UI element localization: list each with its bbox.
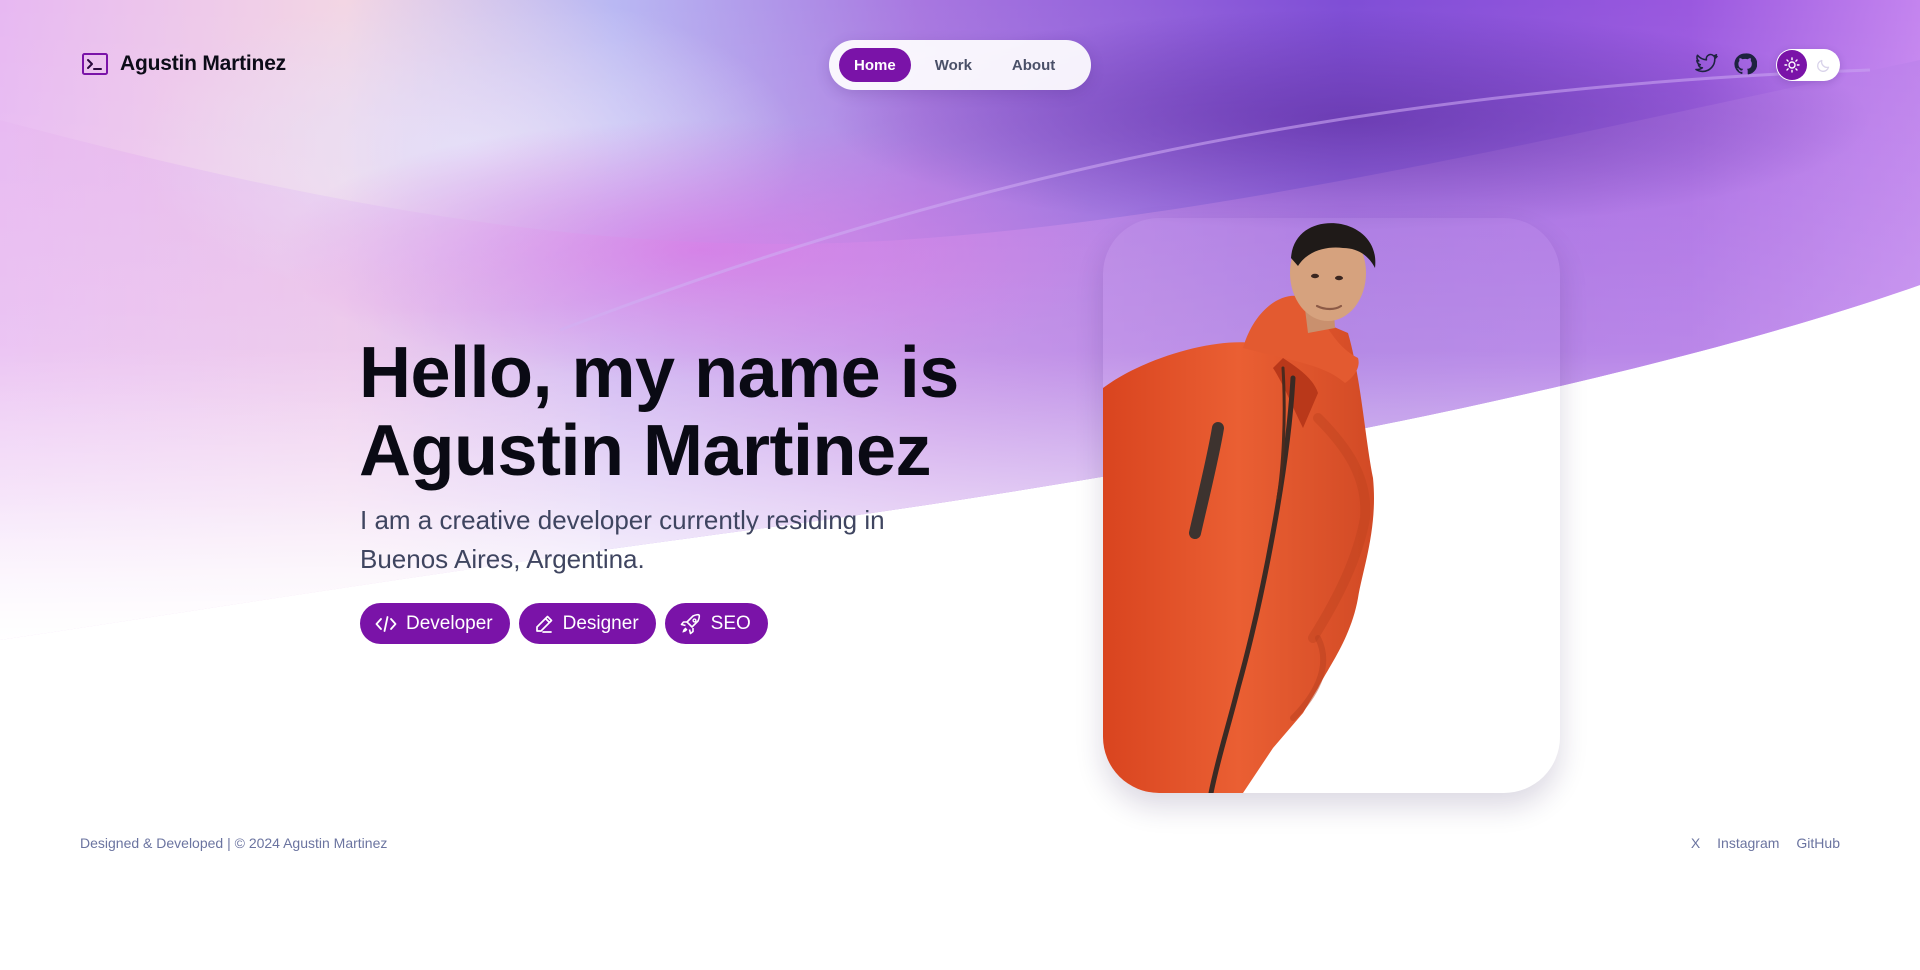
twitter-link[interactable] <box>1695 52 1719 76</box>
twitter-icon <box>1695 53 1718 73</box>
footer-link-github[interactable]: GitHub <box>1796 835 1840 851</box>
tag-seo-label: SEO <box>710 612 751 634</box>
pencil-icon <box>535 615 552 633</box>
footer-credit: Designed & Developed | © 2024 Agustin Ma… <box>80 835 388 851</box>
footer-links: X Instagram GitHub <box>1691 835 1840 851</box>
brand-home-link[interactable]: Agustin Martinez <box>82 52 286 76</box>
github-icon <box>1734 53 1757 75</box>
brand-name: Agustin Martinez <box>120 52 286 75</box>
toggle-knob <box>1777 50 1807 80</box>
hero-subtitle: I am a creative developer currently resi… <box>360 501 960 579</box>
footer-link-instagram[interactable]: Instagram <box>1717 835 1779 851</box>
nav-home[interactable]: Home <box>839 48 911 82</box>
profile-photo <box>1103 218 1560 793</box>
portrait-illustration <box>1103 223 1376 793</box>
github-link[interactable] <box>1733 52 1757 76</box>
rocket-icon <box>680 613 700 634</box>
moon-icon <box>1816 57 1832 73</box>
tag-designer[interactable]: Designer <box>518 603 656 644</box>
tag-developer[interactable]: Developer <box>360 603 510 644</box>
nav-about[interactable]: About <box>996 48 1071 82</box>
nav-work[interactable]: Work <box>919 48 988 82</box>
hero-subtitle-line-2: Buenos Aires, Argentina. <box>360 544 645 574</box>
main-nav: Home Work About <box>829 40 1091 90</box>
terminal-icon <box>82 53 108 75</box>
tag-seo[interactable]: SEO <box>664 603 768 644</box>
tag-developer-label: Developer <box>406 612 493 634</box>
sun-icon <box>1784 57 1800 73</box>
hero-title-line-2: Agustin Martinez <box>359 411 932 491</box>
tag-designer-label: Designer <box>562 612 639 634</box>
hero-title-line-1: Hello, my name is <box>359 333 959 413</box>
hero-title: Hello, my name is Agustin Martinez <box>359 334 999 490</box>
code-icon <box>375 615 397 632</box>
theme-toggle[interactable] <box>1776 49 1840 81</box>
hero-subtitle-line-1: I am a creative developer currently resi… <box>360 505 885 535</box>
skill-tags: Developer Designer SEO <box>360 603 768 644</box>
footer-link-x[interactable]: X <box>1691 835 1700 851</box>
